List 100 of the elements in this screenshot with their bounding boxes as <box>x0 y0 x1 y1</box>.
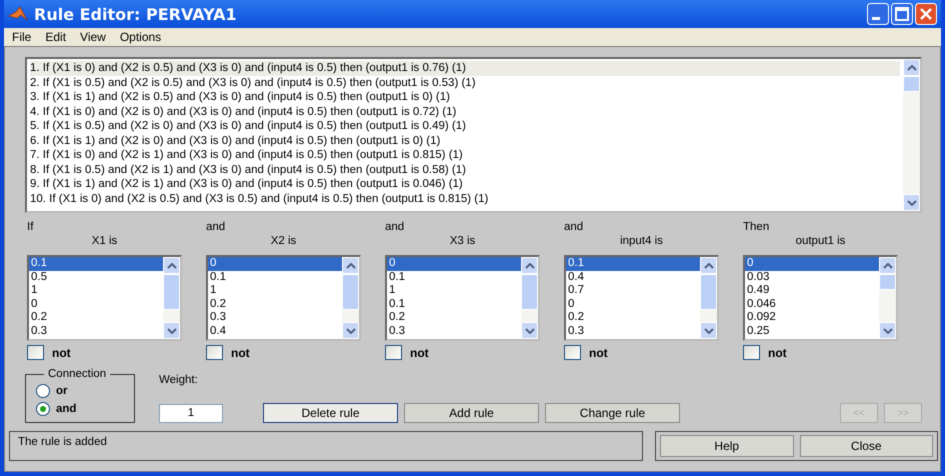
value-item[interactable]: 0.3 <box>208 311 342 324</box>
variable-label: X1 is <box>92 235 118 247</box>
menu-item[interactable]: View <box>80 30 106 44</box>
checkbox-label: not <box>768 346 787 360</box>
value-list[interactable]: 0 0.1 1 0.2 0.3 0.4 <box>206 255 361 341</box>
peak-icon <box>8 6 28 22</box>
value-item[interactable]: 0 <box>29 298 163 311</box>
status-text: The rule is added <box>18 436 107 448</box>
value-item[interactable]: 0.25 <box>745 324 879 338</box>
value-item[interactable]: 1 <box>29 284 163 298</box>
connector-label: and <box>564 221 584 233</box>
not-checkbox[interactable] <box>743 345 760 360</box>
value-item[interactable]: 0.2 <box>566 311 700 324</box>
weight-label: Weight: <box>159 374 199 386</box>
value-item[interactable]: 0.092 <box>745 311 879 324</box>
rule-item[interactable]: 2. If (X1 is 0.5) and (X2 is 0.5) and (X3 is 0) and (input4 is 0.5) then (output1 is 0.53) (1) <box>30 76 900 90</box>
radio-button[interactable] <box>36 384 50 398</box>
not-checkbox[interactable] <box>385 345 402 360</box>
rule-item[interactable]: 9. If (X1 is 1) and (X2 is 1) and (X3 is 0) and (input4 is 0.5) then (output1 is 0.046) (1) <box>30 177 900 192</box>
rule-list[interactable] <box>25 57 922 213</box>
action-button[interactable]: Delete rule <box>263 403 398 423</box>
not-checkbox[interactable] <box>206 345 223 360</box>
scrollbar[interactable] <box>342 257 359 339</box>
checkbox-label: not <box>231 346 250 360</box>
variable-label: X2 is <box>270 235 296 247</box>
window-title: Rule Editor: PERVAYA1 <box>34 4 237 24</box>
value-item[interactable]: 0.4 <box>566 270 700 284</box>
scroll-thumb[interactable] <box>342 274 359 310</box>
value-item[interactable]: 0.3 <box>29 324 163 338</box>
footer-button[interactable]: Help <box>660 435 794 457</box>
scrollbar[interactable] <box>903 59 920 211</box>
value-item[interactable]: 0.1 <box>387 298 521 311</box>
rule-item[interactable]: 4. If (X1 is 0) and (X2 is 0) and (X3 is 0) and (input4 is 0.5) then (output1 is 0.72) (1) <box>30 104 900 119</box>
group-title: Connection <box>47 368 108 380</box>
value-item[interactable]: 0.5 <box>29 270 163 284</box>
maximize-icon[interactable] <box>891 3 913 25</box>
rule-item[interactable]: 6. If (X1 is 1) and (X2 is 0) and (X3 is 0) and (input4 is 0.5) then (output1 is 0) (1) <box>30 134 900 148</box>
value-item[interactable]: 0.1 <box>566 257 700 270</box>
variable-label: input4 is <box>620 235 663 247</box>
value-item[interactable]: 0.1 <box>387 270 521 284</box>
connector-label: If <box>27 221 34 233</box>
rule-item[interactable]: 3. If (X1 is 1) and (X2 is 0.5) and (X3 is 0) and (input4 is 0.5) then (output1 is 0) (1) <box>30 90 900 104</box>
value-list[interactable]: 0 0.03 0.49 0.046 0.092 0.25 <box>743 255 898 341</box>
value-item[interactable]: 0 <box>745 257 879 270</box>
radio-label: or <box>56 385 68 397</box>
connector-label: and <box>385 221 406 233</box>
scroll-thumb[interactable] <box>879 274 896 290</box>
value-item[interactable]: 0.03 <box>745 270 879 284</box>
menu-item[interactable]: File <box>12 30 32 44</box>
rule-item[interactable]: 7. If (X1 is 0) and (X2 is 1) and (X3 is 0) and (input4 is 0.5) then (output1 is 0.815) (1) <box>30 148 900 162</box>
value-item[interactable]: 0.1 <box>29 257 163 270</box>
value-item[interactable]: 0 <box>208 257 342 270</box>
value-item[interactable]: 0.3 <box>566 324 700 338</box>
checkbox-label: not <box>410 346 429 360</box>
rule-item[interactable]: 10. If (X1 is 0) and (X2 is 0.5) and (X3 is 0.5) and (input4 is 0.5) then (output1 is 0.815) (1) <box>30 192 900 206</box>
action-button[interactable]: Add rule <box>404 403 539 423</box>
value-item[interactable]: 0.2 <box>387 311 521 324</box>
scrollbar[interactable] <box>163 257 180 339</box>
minimize-icon[interactable] <box>867 3 889 25</box>
weight-field[interactable]: 1 <box>159 404 223 422</box>
value-item[interactable]: 0.49 <box>745 284 879 298</box>
radio-button[interactable] <box>36 402 50 416</box>
scrollbar[interactable] <box>521 257 538 339</box>
value-item[interactable]: 0 <box>387 257 521 270</box>
rule-item[interactable]: 5. If (X1 is 0.5) and (X2 is 0) and (X3 is 0) and (input4 is 0.5) then (output1 is 0.49) (1) <box>30 119 900 134</box>
value-item[interactable]: 0.046 <box>745 298 879 311</box>
value-item[interactable]: 0.2 <box>29 311 163 324</box>
variable-label: output1 is <box>796 235 846 247</box>
value-list[interactable]: 0.1 0.4 0.7 0 0.2 0.3 <box>564 255 719 341</box>
close-icon[interactable] <box>915 3 937 25</box>
scroll-thumb[interactable] <box>903 76 920 92</box>
scroll-thumb[interactable] <box>521 274 538 310</box>
not-checkbox[interactable] <box>27 345 44 360</box>
value-list[interactable]: 0.1 0.5 1 0 0.2 0.3 <box>27 255 182 341</box>
action-button[interactable]: Change rule <box>545 403 680 423</box>
variable-label: X3 is <box>450 235 476 247</box>
footer-button[interactable]: Close <box>800 435 933 457</box>
value-item[interactable]: 0 <box>566 298 700 311</box>
scrollbar[interactable] <box>879 257 896 339</box>
value-item[interactable]: 0.4 <box>208 324 342 338</box>
scrollbar[interactable] <box>700 257 717 339</box>
value-item[interactable]: 1 <box>387 284 521 298</box>
checkbox-label: not <box>52 346 71 360</box>
rule-item[interactable]: 1. If (X1 is 0) and (X2 is 0.5) and (X3 is 0) and (input4 is 0.5) then (output1 is 0.76) (1) <box>30 61 900 76</box>
value-item[interactable]: 0.2 <box>208 298 342 311</box>
value-item[interactable]: 1 <box>208 284 342 298</box>
connector-label: and <box>206 221 226 233</box>
radio-label: and <box>56 403 76 415</box>
value-item[interactable]: 0.1 <box>208 270 342 284</box>
not-checkbox[interactable] <box>564 345 581 360</box>
rule-item[interactable]: 8. If (X1 is 0.5) and (X2 is 1) and (X3 is 0) and (input4 is 0.5) then (output1 is 0.58) (1) <box>30 162 900 177</box>
connector-label: Then <box>743 221 770 233</box>
menu-item[interactable]: Options <box>120 30 162 44</box>
checkbox-label: not <box>589 346 608 360</box>
scroll-thumb[interactable] <box>163 274 180 310</box>
value-item[interactable]: 0.3 <box>387 324 521 338</box>
value-list[interactable]: 0 0.1 1 0.1 0.2 0.3 <box>385 255 540 341</box>
value-item[interactable]: 0.7 <box>566 284 700 298</box>
scroll-thumb[interactable] <box>700 274 717 310</box>
menu-item[interactable]: Edit <box>45 30 66 44</box>
